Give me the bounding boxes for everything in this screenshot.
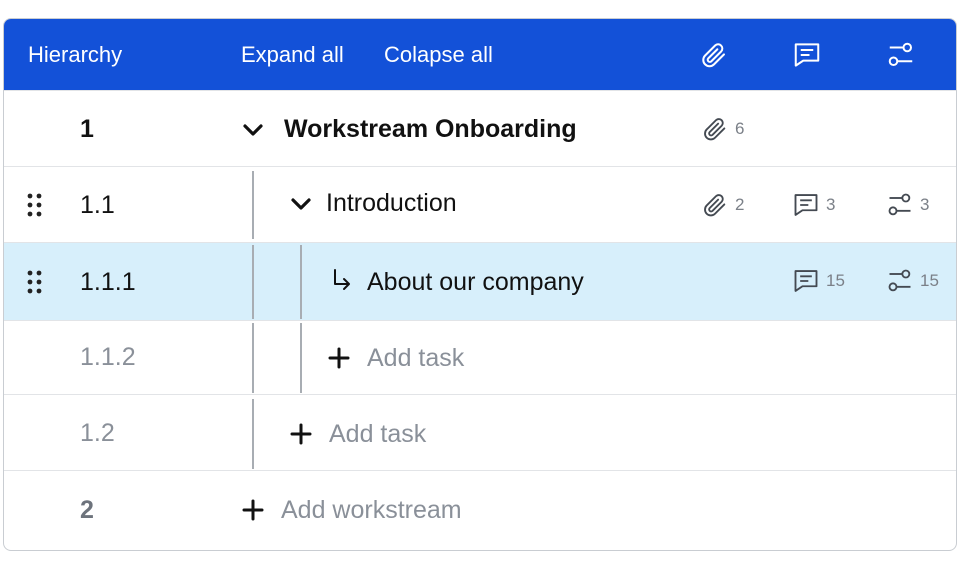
add-task-button[interactable]: Add task <box>367 321 464 395</box>
collapse-all-button[interactable]: Colapse all <box>384 19 493 90</box>
attachments-count[interactable]: 2 <box>701 191 744 219</box>
attachment-icon[interactable] <box>699 40 729 70</box>
row-number: 1.1.1 <box>80 268 136 296</box>
hierarchy-guide-line <box>252 245 254 319</box>
chevron-down-icon[interactable] <box>288 191 314 217</box>
workflow-icon <box>886 191 914 219</box>
table-row-selected[interactable]: 1.1.1 About our company 15 15 <box>4 242 956 320</box>
comment-icon <box>792 267 820 295</box>
chevron-down-icon[interactable] <box>240 117 266 143</box>
row-number: 1.2 <box>80 419 115 447</box>
hierarchy-guide-line <box>300 245 302 319</box>
add-task-button[interactable]: Add task <box>329 395 426 473</box>
table-row[interactable]: 1 Workstream Onboarding 6 <box>4 90 956 166</box>
workflow-icon <box>886 267 914 295</box>
subitem-arrow-icon <box>330 267 354 293</box>
row-number: 1.1.2 <box>80 343 136 371</box>
hierarchy-guide-line <box>252 323 254 393</box>
hierarchy-guide-line <box>252 171 254 239</box>
hierarchy-guide-line <box>252 399 254 469</box>
hierarchy-header-label: Hierarchy <box>28 42 123 67</box>
attachment-count: 2 <box>735 195 745 214</box>
task-title[interactable]: About our company <box>367 243 584 321</box>
plus-icon[interactable] <box>327 346 351 370</box>
workflows-count[interactable]: 15 <box>886 267 939 295</box>
drag-handle-icon[interactable] <box>26 269 44 295</box>
row-number: 1.1 <box>80 191 115 219</box>
workflows-count[interactable]: 3 <box>886 191 929 219</box>
comments-count[interactable]: 3 <box>792 191 835 219</box>
expand-all-button[interactable]: Expand all <box>241 19 344 90</box>
hierarchy-table: Hierarchy Expand all Colapse all 1 Works… <box>3 18 957 551</box>
attachment-icon <box>701 191 729 219</box>
comment-icon <box>792 191 820 219</box>
workstream-title[interactable]: Workstream Onboarding <box>284 91 577 167</box>
comment-icon[interactable] <box>792 40 822 70</box>
hierarchy-guide-line <box>300 323 302 393</box>
plus-icon[interactable] <box>289 422 313 446</box>
section-title[interactable]: Introduction <box>326 167 457 239</box>
workflow-icon[interactable] <box>886 40 916 70</box>
table-row: 2 Add workstream <box>4 470 956 550</box>
row-number: 2 <box>80 496 94 524</box>
workflow-count: 15 <box>920 271 939 290</box>
attachments-count[interactable]: 6 <box>701 115 744 143</box>
table-row[interactable]: 1.1 Introduction 2 3 3 <box>4 166 956 242</box>
table-row: 1.2 Add task <box>4 394 956 470</box>
row-number: 1 <box>80 115 94 143</box>
add-workstream-button[interactable]: Add workstream <box>281 471 462 549</box>
comments-count[interactable]: 15 <box>792 267 845 295</box>
comment-count: 15 <box>826 271 845 290</box>
attachment-icon <box>701 115 729 143</box>
plus-icon[interactable] <box>241 498 265 522</box>
drag-handle-icon[interactable] <box>26 192 44 218</box>
workflow-count: 3 <box>920 195 930 214</box>
table-row: 1.1.2 Add task <box>4 320 956 394</box>
table-header: Hierarchy Expand all Colapse all <box>4 19 956 90</box>
comment-count: 3 <box>826 195 836 214</box>
attachment-count: 6 <box>735 119 745 138</box>
